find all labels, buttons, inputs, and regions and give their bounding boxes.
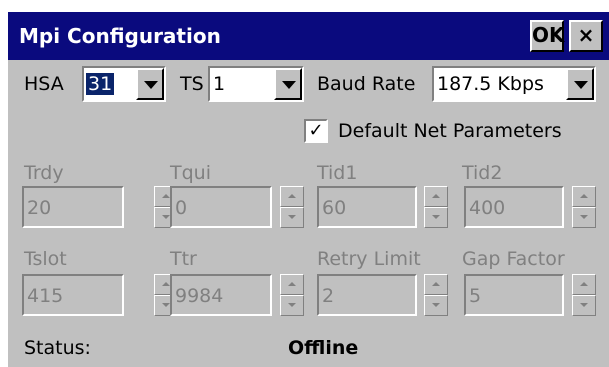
spin-down-icon[interactable] <box>280 207 304 228</box>
gap-factor-spin-buttons[interactable] <box>572 274 596 316</box>
spin-down-icon[interactable] <box>572 207 596 228</box>
spin-up-icon[interactable] <box>280 186 304 207</box>
retry-limit-spin-buttons[interactable] <box>424 274 448 316</box>
spin-down-icon[interactable] <box>424 295 448 316</box>
retry-limit-value: 2 <box>322 285 335 307</box>
hsa-dropdown-button[interactable] <box>136 68 164 100</box>
hsa-label: HSA <box>24 73 64 95</box>
hsa-select[interactable]: 31 <box>82 66 166 102</box>
window-title: Mpi Configuration <box>19 24 221 48</box>
default-net-parameters-label: Default Net Parameters <box>338 120 562 142</box>
tid2-value: 400 <box>469 197 506 219</box>
default-net-parameters-checkbox[interactable]: ✓ <box>304 119 328 143</box>
tqui-spin-buttons[interactable] <box>280 186 304 228</box>
spin-down-icon[interactable] <box>424 207 448 228</box>
tid2-spin-buttons[interactable] <box>572 186 596 228</box>
ttr-label: Ttr <box>170 248 197 270</box>
trdy-label: Trdy <box>24 162 64 184</box>
tid1-label: Tid1 <box>317 162 358 184</box>
retry-limit-label: Retry Limit <box>317 248 421 270</box>
close-button[interactable]: × <box>569 20 603 52</box>
spin-up-icon[interactable] <box>424 274 448 295</box>
baud-rate-select[interactable]: 187.5 Kbps <box>432 66 596 102</box>
ttr-value: 9984 <box>175 285 224 307</box>
ts-select[interactable]: 1 <box>208 66 304 102</box>
spin-down-icon[interactable] <box>280 295 304 316</box>
spin-down-icon[interactable] <box>572 295 596 316</box>
spin-up-icon[interactable] <box>572 186 596 207</box>
ok-button[interactable]: OK <box>530 20 565 52</box>
hsa-value: 31 <box>86 73 115 95</box>
tid1-value: 60 <box>322 197 347 219</box>
status-value: Offline <box>288 337 359 359</box>
tqui-value: 0 <box>175 197 188 219</box>
spin-up-icon[interactable] <box>424 186 448 207</box>
chevron-down-icon <box>282 81 296 89</box>
baud-rate-value: 187.5 Kbps <box>437 73 544 95</box>
chevron-down-icon <box>574 81 588 89</box>
baud-rate-label: Baud Rate <box>317 73 416 95</box>
ts-value: 1 <box>213 73 226 95</box>
ttr-spin-buttons[interactable] <box>280 274 304 316</box>
spin-up-icon[interactable] <box>280 274 304 295</box>
ts-dropdown-button[interactable] <box>274 68 302 100</box>
tslot-label: Tslot <box>24 248 67 270</box>
tid1-spin-buttons[interactable] <box>424 186 448 228</box>
status-label: Status: <box>24 337 91 359</box>
trdy-value: 20 <box>27 197 52 219</box>
gap-factor-label: Gap Factor <box>462 248 565 270</box>
baud-rate-dropdown-button[interactable] <box>566 68 594 100</box>
chevron-down-icon <box>144 81 158 89</box>
tid2-label: Tid2 <box>462 162 503 184</box>
spin-up-icon[interactable] <box>572 274 596 295</box>
tqui-label: Tqui <box>170 162 211 184</box>
tslot-value: 415 <box>27 285 64 307</box>
ts-label: TS <box>180 73 204 95</box>
gap-factor-value: 5 <box>469 285 482 307</box>
